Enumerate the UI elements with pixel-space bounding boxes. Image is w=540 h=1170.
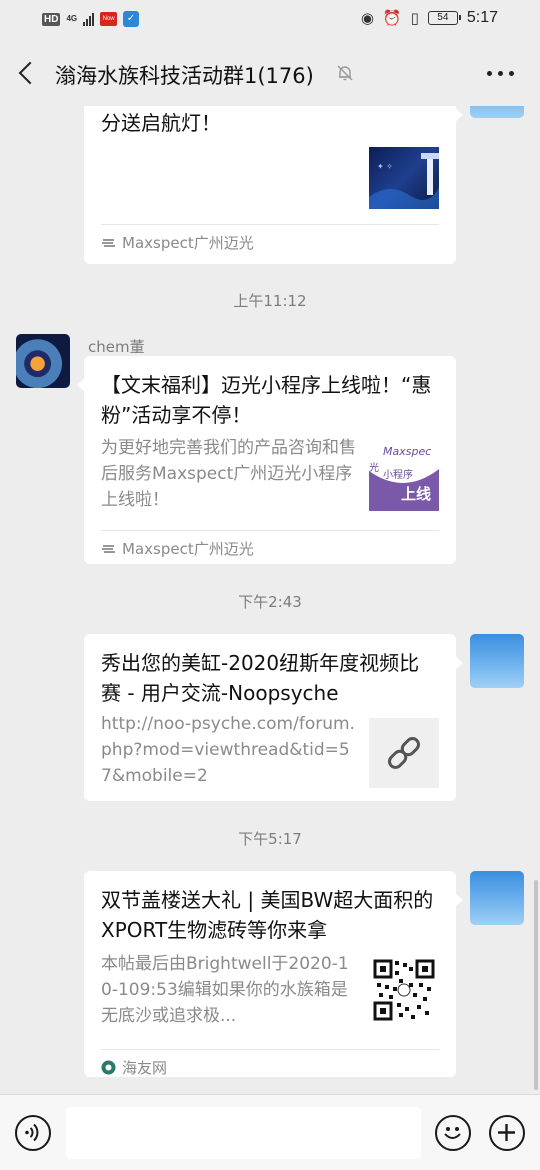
- mini-program-promo-icon: Maxspec 光 小程序 上线: [369, 441, 439, 511]
- message-list[interactable]: 分送启航灯！ ✦ ✧ Maxspect广州迈光 上午11:12 chem董 【文…: [0, 106, 540, 1096]
- card-source-name: 海友网: [122, 1059, 168, 1077]
- svg-text:光: 光: [369, 461, 379, 474]
- chat-header: 滃海水族科技活动群1(176): [0, 40, 540, 106]
- card-divider: [101, 224, 439, 225]
- card-divider: [101, 530, 439, 531]
- my-avatar[interactable]: [470, 106, 524, 118]
- voice-input-button[interactable]: [15, 1115, 51, 1151]
- card-title: 秀出您的美缸-2020纽斯年度视频比赛 - 用户交流-Noopsyche: [101, 651, 420, 705]
- card-source-name: Maxspect广州迈光: [122, 234, 254, 252]
- alarm-icon: ⏰: [382, 9, 402, 27]
- card-source: Maxspect广州迈光: [101, 232, 254, 253]
- card-thumbnail: Maxspec 光 小程序 上线: [369, 441, 439, 511]
- qr-code-icon: [373, 959, 435, 1021]
- svg-text:Maxspec: Maxspec: [383, 445, 431, 458]
- card-thumbnail: ✦ ✧: [369, 147, 439, 209]
- card-description: http://noo-psyche.com/forum.php?mod=view…: [101, 714, 355, 786]
- vibrate-icon: ▯: [410, 9, 419, 27]
- card-title: 分送启航灯！: [101, 111, 221, 135]
- more-options-icon[interactable]: [487, 71, 514, 76]
- scrollbar[interactable]: [534, 880, 538, 1090]
- card-description: 本帖最后由Brightwell于2020-10-109:53编辑如果你的水族箱是…: [101, 954, 349, 1026]
- card-divider: [101, 1049, 439, 1050]
- link-card[interactable]: 分送启航灯！ ✦ ✧ Maxspect广州迈光: [84, 106, 463, 264]
- lamp-image-icon: ✦ ✧: [369, 153, 439, 209]
- card-source: Maxspect广州迈光: [101, 538, 254, 559]
- hd-badge: HD: [42, 12, 61, 26]
- message-timestamp: 下午2:43: [238, 593, 302, 611]
- emoji-button[interactable]: [435, 1115, 471, 1151]
- message-timestamp: 上午11:12: [233, 292, 307, 310]
- app-notification-icon: Now: [100, 12, 118, 26]
- emoji-icon: [444, 1127, 461, 1139]
- status-time: 5:17: [466, 9, 498, 26]
- sender-avatar[interactable]: [16, 334, 70, 388]
- status-bar-left: HD 4G Now ✓: [42, 11, 140, 27]
- input-bar: [0, 1094, 540, 1170]
- app-notification-icon-2: ✓: [123, 11, 140, 27]
- my-avatar[interactable]: [470, 871, 524, 925]
- mute-bell-icon: [337, 65, 353, 81]
- link-card[interactable]: 【文末福利】迈光小程序上线啦！“惠粉”活动享不停！ 为更好地完善我们的产品咨询和…: [77, 356, 456, 564]
- battery-icon: 54: [427, 11, 461, 25]
- maxspect-logo-icon: [101, 541, 116, 556]
- signal-icon: [83, 12, 95, 26]
- message-timestamp: 下午5:17: [238, 830, 302, 848]
- plus-icon: [498, 1124, 515, 1141]
- status-bar-right: ◉ ⏰ ▯ 54 5:17: [361, 9, 498, 27]
- more-functions-button[interactable]: [489, 1115, 525, 1151]
- svg-text:小程序: 小程序: [383, 468, 413, 481]
- svg-text:✦ ✧: ✦ ✧: [377, 162, 393, 171]
- card-thumbnail: [369, 955, 439, 1025]
- voice-icon: [25, 1123, 39, 1142]
- sender-name: chem董: [88, 338, 145, 356]
- card-title: 【文末福利】迈光小程序上线啦！“惠粉”活动享不停！: [101, 373, 432, 427]
- network-type: 4G: [66, 14, 78, 23]
- maxspect-logo-icon: [101, 235, 116, 250]
- card-description: 为更好地完善我们的产品咨询和售后服务Maxspect广州迈光小程序上线啦！: [101, 438, 356, 510]
- message-input[interactable]: [66, 1107, 421, 1159]
- my-avatar[interactable]: [470, 634, 524, 688]
- card-title: 双节盖楼送大礼 | 美国BW超大面积的XPORT生物滤砖等你来拿: [101, 888, 434, 942]
- card-source: 海友网: [101, 1057, 167, 1078]
- link-card[interactable]: 双节盖楼送大礼 | 美国BW超大面积的XPORT生物滤砖等你来拿 本帖最后由Br…: [84, 871, 463, 1078]
- haiyou-logo-icon: [101, 1060, 116, 1075]
- link-card[interactable]: 秀出您的美缸-2020纽斯年度视频比赛 - 用户交流-Noopsyche htt…: [84, 634, 463, 801]
- svg-text:上线: 上线: [401, 485, 431, 503]
- card-source-name: Maxspect广州迈光: [122, 540, 254, 558]
- card-thumbnail: [369, 718, 439, 788]
- back-icon[interactable]: [14, 58, 40, 88]
- link-icon: [388, 737, 420, 769]
- status-bar: HD 4G Now ✓ ◉ ⏰ ▯ 54 5:17: [0, 0, 540, 40]
- chat-title: 滃海水族科技活动群1(176): [55, 64, 314, 88]
- eye-icon: ◉: [360, 9, 374, 27]
